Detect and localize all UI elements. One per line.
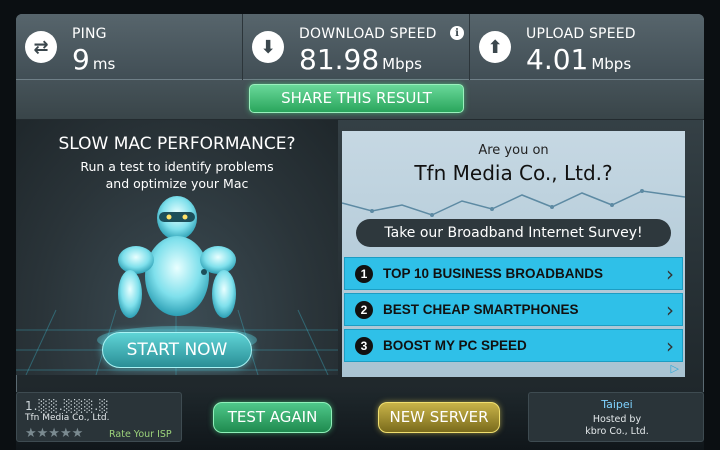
robot-illustration (118, 196, 236, 318)
rate-isp-label[interactable]: Rate Your ISP (109, 429, 172, 440)
isp-ad-panel: Are you on Tfn Media Co., Ltd.? Take our… (342, 131, 685, 377)
upload-value-row: 4.01 Mbps (526, 44, 631, 80)
ping-label: PING (72, 26, 107, 42)
ad-link-number: 2 (355, 301, 373, 319)
mac-promo-panel: SLOW MAC PERFORMANCE? Run a test to iden… (16, 120, 338, 375)
ping-unit: ms (92, 55, 116, 73)
start-now-button[interactable]: START NOW (102, 332, 252, 368)
share-result-button[interactable]: SHARE THIS RESULT (249, 84, 464, 113)
download-label: DOWNLOAD SPEED (299, 26, 437, 42)
ad-link-1[interactable]: 1 TOP 10 BUSINESS BROADBANDS › (344, 257, 683, 290)
survey-button[interactable]: Take our Broadband Internet Survey! (356, 219, 671, 247)
ad-link-label: BEST CHEAP SMARTPHONES (383, 302, 579, 317)
download-arrow-icon: ⬇ (252, 31, 284, 63)
hosted-by-label: Hosted by (592, 414, 642, 425)
isp-info-box: 1.░░.░░░.░ Tfn Media Co., Ltd. ★★★★★ Rat… (16, 392, 182, 442)
share-row: SHARE THIS RESULT (16, 80, 704, 120)
download-value: 81.98 (299, 43, 380, 76)
results-bar: ⇄ PING 9 ms ⬇ DOWNLOAD SPEED i 81.98 Mbps … (16, 14, 704, 80)
ad-link-3[interactable]: 3 BOOST MY PC SPEED › (344, 329, 683, 362)
ad-link-label: BOOST MY PC SPEED (383, 338, 527, 353)
chevron-right-icon: › (666, 262, 674, 286)
adchoices-icon[interactable]: ▷ (671, 362, 679, 375)
chevron-right-icon: › (666, 334, 674, 358)
server-city[interactable]: Taipei (529, 398, 705, 411)
promo-subtitle-line2: and optimize your Mac (105, 176, 249, 191)
info-icon[interactable]: i (450, 26, 464, 40)
promo-subtitle-line1: Run a test to identify problems (80, 159, 274, 174)
server-host-name: kbro Co., Ltd. (585, 426, 649, 437)
ad-line-graph (342, 189, 685, 217)
download-stat: ⬇ DOWNLOAD SPEED i 81.98 Mbps (243, 14, 470, 80)
bottom-bar: 1.░░.░░░.░ Tfn Media Co., Ltd. ★★★★★ Rat… (16, 392, 704, 450)
upload-label: UPLOAD SPEED (526, 26, 636, 42)
ad-link-2[interactable]: 2 BEST CHEAP SMARTPHONES › (344, 293, 683, 326)
upload-value: 4.01 (526, 43, 589, 76)
isp-ip-address: 1.░░.░░░.░ (25, 399, 110, 413)
ping-value-row: 9 ms (72, 44, 115, 80)
new-server-button[interactable]: NEW SERVER (378, 402, 500, 433)
ad-link-label: TOP 10 BUSINESS BROADBANDS (383, 266, 604, 281)
ping-arrows-icon: ⇄ (25, 31, 57, 63)
rating-stars[interactable]: ★★★★★ (25, 426, 83, 441)
isp-name: Tfn Media Co., Ltd. (25, 413, 110, 423)
promo-subtitle: Run a test to identify problems and opti… (56, 158, 298, 192)
ping-value: 9 (72, 43, 90, 76)
download-value-row: 81.98 Mbps (299, 44, 422, 80)
promo-title: SLOW MAC PERFORMANCE? (58, 134, 296, 154)
test-again-button[interactable]: TEST AGAIN (213, 402, 332, 433)
chevron-right-icon: › (666, 298, 674, 322)
ping-stat: ⇄ PING 9 ms (16, 14, 243, 80)
ad-question: Are you on (478, 143, 549, 158)
upload-stat: ⬆ UPLOAD SPEED 4.01 Mbps (470, 14, 704, 80)
upload-unit: Mbps (591, 55, 632, 73)
ad-link-number: 1 (355, 265, 373, 283)
download-unit: Mbps (382, 55, 422, 73)
ad-link-number: 3 (355, 337, 373, 355)
server-info-box: Taipei Hosted by kbro Co., Ltd. (528, 392, 704, 442)
upload-arrow-icon: ⬆ (479, 31, 511, 63)
